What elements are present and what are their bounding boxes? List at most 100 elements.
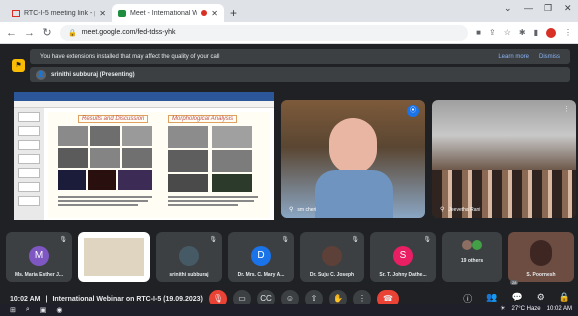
micrograph-image — [58, 170, 86, 190]
filmstrip-tile[interactable]: 🎙 Dr. Suju C. Joseph — [300, 232, 364, 282]
toolbar-icons: ■ ⇪ ☆ ✱ ▮ ⋮ — [476, 27, 572, 38]
micrograph-image — [168, 126, 208, 148]
figure-caption — [168, 204, 238, 206]
slide-thumbnail — [18, 196, 40, 206]
mic-off-icon: 🎙 — [209, 237, 217, 243]
powerpoint-titlebar — [14, 92, 274, 101]
learn-more-link[interactable]: Learn more — [498, 54, 529, 60]
close-icon[interactable]: ✕ — [211, 9, 218, 18]
participant-tile[interactable]: ⦿ ⚲ sm cheri — [281, 100, 425, 218]
filmstrip-tile-self[interactable]: S. Poornesh — [508, 232, 574, 282]
url-text: meet.google.com/fed-tdss-yhk — [81, 29, 176, 36]
micrograph-image — [212, 126, 252, 148]
slide-thumbnails — [14, 108, 44, 220]
meeting-time: 10:02 AM — [10, 295, 41, 303]
filmstrip-tile[interactable]: 🎙 M Ms. Maria Esther J... — [6, 232, 72, 282]
minimize-icon[interactable]: — — [524, 3, 533, 13]
extension-banner: You have extensions installed that may a… — [30, 49, 570, 64]
participant-name: Dr. Mrs. C. Mary A... — [237, 272, 285, 278]
tab-title: RTC-I-5 meeting link - poornera — [24, 9, 95, 17]
self-video — [530, 240, 552, 266]
participant-name: Ms. Maria Esther J... — [14, 272, 64, 278]
figure-caption — [168, 200, 254, 202]
extensions-icon[interactable]: ✱ — [519, 28, 526, 37]
clock: 10:02 AM — [546, 305, 572, 312]
weather-icon: ☀ — [500, 306, 506, 312]
file-explorer-icon[interactable]: ▣ — [40, 306, 47, 314]
slide-thumbnail — [18, 154, 40, 164]
url-field[interactable]: 🔒 meet.google.com/fed-tdss-yhk — [60, 24, 469, 41]
face-shape — [329, 118, 377, 174]
others-count: 19 others — [460, 258, 484, 264]
avatar — [179, 246, 199, 266]
figure-caption — [168, 196, 258, 198]
participant-name: S. Poornesh — [526, 272, 556, 278]
slide-thumbnail — [18, 168, 40, 178]
browser-tab-strip: RTC-I-5 meeting link - poornera ✕ Meet -… — [0, 0, 578, 22]
reload-icon[interactable]: ↻ — [42, 26, 52, 39]
windows-taskbar: ⊞ ⌕ ▣ ◉ ☀ 27°C Haze 10:02 AM — [0, 304, 578, 316]
address-bar: ← → ↻ 🔒 meet.google.com/fed-tdss-yhk ■ ⇪… — [0, 22, 578, 44]
more-options-icon[interactable]: ⋮ — [563, 105, 570, 113]
mic-off-icon: 🎙 — [423, 237, 431, 243]
chevron-down-icon[interactable]: ⌄ — [504, 3, 512, 14]
slide-heading-left: Results and Discussion — [78, 115, 149, 123]
slide-canvas: Results and Discussion Morphological Ana… — [48, 112, 270, 218]
lock-icon: 🔒 — [68, 29, 77, 37]
dismiss-button[interactable]: Dismiss — [539, 54, 560, 60]
micrograph-image — [212, 174, 252, 192]
avatar: 👤 — [36, 69, 46, 80]
share-icon[interactable]: ⇪ — [489, 28, 496, 37]
filmstrip-tile-others[interactable]: 19 others — [442, 232, 502, 282]
figure-caption — [58, 200, 148, 202]
avatar: D — [251, 246, 271, 266]
camera-icon[interactable]: ■ — [476, 28, 481, 37]
avatar: S — [393, 246, 413, 266]
participant-tile[interactable]: ⋮ ⚲ Jeevetha Rani — [432, 100, 576, 218]
new-tab-button[interactable]: + — [230, 4, 237, 22]
participant-name: ⚲ Jeevetha Rani — [440, 206, 481, 214]
filmstrip-tile[interactable]: 🎙 srinithi subburaj — [156, 232, 222, 282]
profile-avatar[interactable] — [546, 27, 556, 38]
meeting-separator: | — [45, 295, 48, 303]
micrograph-image — [122, 126, 152, 146]
participant-count-badge: 28 — [510, 280, 519, 285]
search-icon[interactable]: ⌕ — [26, 306, 30, 314]
pin-icon[interactable]: ⚲ — [440, 206, 444, 213]
figure-caption — [58, 196, 152, 198]
figure-caption — [58, 204, 138, 206]
filmstrip-tile[interactable]: 🎙 S Sr. T. Johny Dathe... — [370, 232, 436, 282]
mic-off-icon: 🎙 — [59, 237, 67, 243]
chrome-icon[interactable]: ◉ — [56, 306, 62, 314]
avatar — [322, 246, 342, 266]
extensions-warning-icon[interactable]: ⚑ — [12, 59, 25, 72]
close-window-icon[interactable]: ✕ — [564, 3, 572, 14]
back-icon[interactable]: ← — [6, 27, 17, 39]
mic-off-icon: 🎙 — [281, 237, 289, 243]
close-icon[interactable]: ✕ — [99, 9, 106, 18]
menu-icon[interactable]: ⋮ — [564, 28, 572, 37]
micrograph-image — [168, 174, 208, 192]
meeting-title: International Webinar on RTC-I-5 (19.09.… — [52, 295, 203, 303]
avatar: M — [29, 246, 49, 266]
participant-name: Sr. T. Johny Dathe... — [379, 272, 427, 278]
powerpoint-ribbon — [14, 101, 274, 108]
micrograph-image — [90, 148, 120, 168]
presenting-bar: 👤 srinithi subburaj (Presenting) — [30, 67, 570, 82]
star-icon[interactable]: ☆ — [504, 28, 511, 37]
maximize-icon[interactable]: ❐ — [544, 3, 552, 14]
pin-icon[interactable]: ⚲ — [289, 206, 293, 213]
tab-meeting-link[interactable]: RTC-I-5 meeting link - poornera ✕ — [6, 4, 112, 22]
sidepanel-icon[interactable]: ▮ — [534, 28, 538, 37]
filmstrip-tile-screen-share[interactable] — [78, 232, 150, 282]
forward-icon[interactable]: → — [24, 27, 35, 39]
windows-start-icon[interactable]: ⊞ — [10, 306, 16, 314]
shirt-shape — [315, 170, 393, 218]
shared-screen: Results and Discussion Morphological Ana… — [14, 92, 274, 220]
participant-name: srinithi subburaj — [169, 272, 209, 278]
speaking-indicator-icon: ⦿ — [407, 105, 419, 117]
participant-name: ⚲ sm cheri — [289, 206, 317, 214]
avatar — [462, 240, 472, 250]
tab-meet[interactable]: Meet - International Webina ✕ — [112, 4, 224, 22]
filmstrip-tile[interactable]: 🎙 D Dr. Mrs. C. Mary A... — [228, 232, 294, 282]
